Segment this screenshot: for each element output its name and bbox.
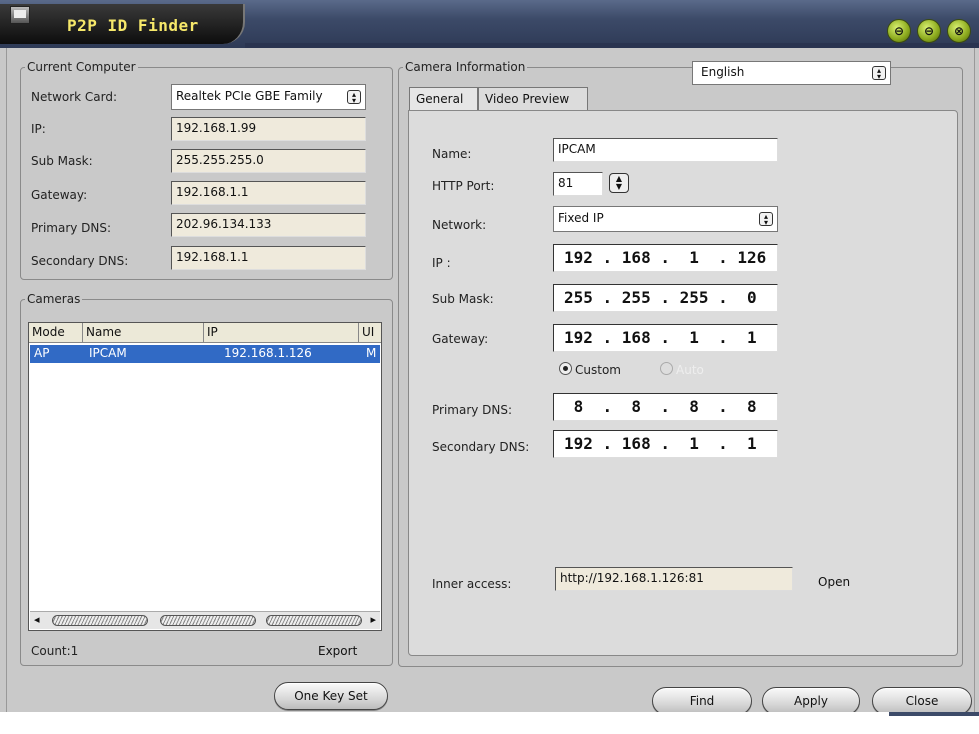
column-ip[interactable]: IP (204, 323, 359, 343)
count-label: Count:1 (31, 644, 79, 658)
bottom-strip (0, 712, 979, 734)
camera-gateway-field[interactable]: 192 . 168 . 1 . 1 (553, 324, 778, 352)
inner-access-label: Inner access: (432, 577, 512, 591)
close-button[interactable]: Close (872, 687, 972, 715)
minimize-icon[interactable]: ⊖ (887, 19, 911, 43)
table-row[interactable]: AP IPCAM 192.168.1.126 M (30, 345, 380, 363)
secondary-dns-label: Secondary DNS: (31, 254, 129, 268)
one-key-set-button[interactable]: One Key Set (274, 682, 388, 710)
title-tab: P2P ID Finder (0, 4, 245, 44)
network-select[interactable]: Fixed IP ▴ ▾ (553, 206, 778, 232)
row-name: IPCAM (89, 346, 127, 360)
scroll-thumb-1[interactable] (52, 615, 148, 626)
column-mode[interactable]: Mode (29, 323, 83, 343)
scroll-thumb-2[interactable] (160, 615, 256, 626)
tab-video-preview[interactable]: Video Preview (478, 87, 588, 111)
auto-radio[interactable] (660, 362, 673, 375)
ip-label: IP: (31, 122, 46, 136)
camera-gateway-label: Gateway: (432, 332, 489, 346)
row-mode: AP (34, 346, 50, 360)
camera-primary-dns-field[interactable]: 8 . 8 . 8 . 8 (553, 393, 778, 421)
camera-secondary-dns-field[interactable]: 192 . 168 . 1 . 1 (553, 430, 778, 458)
http-port-value: 81 (558, 176, 574, 190)
export-link[interactable]: Export (318, 644, 357, 658)
camera-information-legend: Camera Information (405, 60, 526, 74)
computer-primary-dns-field[interactable]: 202.96.134.133 (171, 213, 366, 237)
http-port-field[interactable]: 81 (553, 172, 603, 196)
scroll-thumb-3[interactable] (266, 615, 362, 626)
http-port-stepper[interactable]: ▲ ▼ (609, 173, 629, 193)
custom-radio-label: Custom (575, 363, 621, 377)
scroll-right-icon[interactable]: ▸ (370, 613, 376, 626)
http-port-label: HTTP Port: (432, 179, 495, 193)
camera-submask-field[interactable]: 255 . 255 . 255 . 0 (553, 284, 778, 312)
camera-ip-field[interactable]: 192 . 168 . 1 . 126 (553, 244, 778, 272)
dropdown-arrow-icon[interactable]: ▴ ▾ (347, 90, 361, 105)
primary-dns-label: Primary DNS: (31, 221, 112, 235)
close-window-icon[interactable]: ⊗ (947, 19, 971, 43)
window-title: P2P ID Finder (67, 16, 199, 35)
network-label: Network: (432, 218, 487, 232)
computer-secondary-dns-field[interactable]: 192.168.1.1 (171, 246, 366, 270)
gateway-label: Gateway: (31, 188, 88, 202)
dropdown-arrow-icon[interactable]: ▴ ▾ (872, 66, 886, 81)
cameras-legend: Cameras (27, 292, 81, 306)
language-select[interactable]: English ▴ ▾ (692, 61, 891, 85)
network-card-select[interactable]: Realtek PCIe GBE Family ▴ ▾ (171, 84, 366, 110)
current-computer-legend: Current Computer (27, 60, 136, 74)
camera-ip-label: IP : (432, 256, 451, 270)
scroll-left-icon[interactable]: ◂ (34, 613, 40, 626)
network-card-label: Network Card: (31, 90, 118, 104)
column-name[interactable]: Name (83, 323, 204, 343)
app-icon (10, 6, 30, 24)
open-link[interactable]: Open (818, 575, 850, 589)
maximize-icon[interactable]: ⊖ (917, 19, 941, 43)
column-ui[interactable]: UI (359, 323, 381, 343)
row-ip: 192.168.1.126 (224, 346, 312, 360)
title-bar: P2P ID Finder ⊖ ⊖ ⊗ (0, 0, 979, 48)
network-value: Fixed IP (558, 211, 604, 225)
dropdown-arrow-icon[interactable]: ▴ ▾ (759, 212, 773, 227)
computer-submask-field[interactable]: 255.255.255.0 (171, 149, 366, 173)
inner-access-field[interactable]: http://192.168.1.126:81 (555, 567, 793, 591)
name-label: Name: (432, 147, 472, 161)
horizontal-scrollbar[interactable]: ◂ ▸ (30, 611, 380, 629)
camera-primary-dns-label: Primary DNS: (432, 403, 513, 417)
camera-list[interactable]: Mode Name IP UI AP IPCAM 192.168.1.126 M… (28, 322, 382, 631)
auto-radio-label: Auto (676, 363, 704, 377)
custom-radio[interactable] (559, 362, 572, 375)
language-value: English (701, 65, 745, 79)
computer-ip-field[interactable]: 192.168.1.99 (171, 117, 366, 141)
row-ui: M (366, 346, 377, 360)
find-button[interactable]: Find (652, 687, 752, 715)
tab-general[interactable]: General (409, 87, 478, 111)
network-card-value: Realtek PCIe GBE Family (176, 89, 323, 103)
apply-button[interactable]: Apply (762, 687, 860, 715)
window-controls: ⊖ ⊖ ⊗ (887, 16, 975, 46)
submask-label: Sub Mask: (31, 154, 93, 168)
camera-submask-label: Sub Mask: (432, 292, 494, 306)
camera-secondary-dns-label: Secondary DNS: (432, 440, 530, 454)
computer-gateway-field[interactable]: 192.168.1.1 (171, 181, 366, 205)
camera-list-header: Mode Name IP UI (29, 323, 381, 343)
camera-name-field[interactable]: IPCAM (553, 138, 778, 162)
